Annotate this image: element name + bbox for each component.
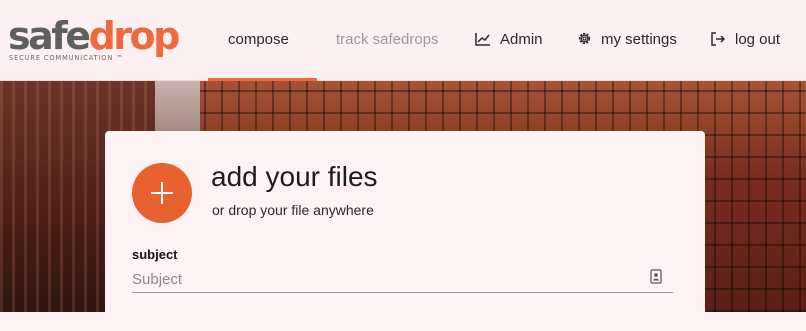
subject-label: subject	[132, 247, 178, 262]
nav-track-label: track safedrops	[336, 31, 439, 48]
background-sky	[155, 81, 200, 131]
nav-admin-label: Admin	[500, 31, 543, 48]
logo-tagline: SECURE COMMUNICATION ™	[9, 54, 124, 62]
compose-card: add your files or drop your file anywher…	[105, 131, 705, 331]
active-tab-indicator	[208, 78, 317, 81]
add-files-title: add your files	[211, 161, 378, 192]
plus-icon	[151, 182, 173, 204]
nav-admin[interactable]: Admin	[475, 30, 543, 50]
contact-card-icon[interactable]	[650, 269, 662, 284]
nav-logout-label: log out	[735, 31, 781, 48]
gear-icon	[578, 32, 591, 45]
drop-hint: or drop your file anywhere	[212, 202, 374, 218]
nav-settings-label: my settings	[601, 31, 677, 48]
nav-track-safedrops[interactable]: track safedrops	[336, 30, 439, 50]
nav-compose[interactable]: compose	[228, 30, 289, 50]
logout-icon	[711, 31, 726, 46]
add-files-button[interactable]	[132, 163, 192, 223]
subject-input[interactable]	[132, 266, 673, 293]
nav-my-settings[interactable]: my settings	[577, 30, 677, 50]
nav-compose-label: compose	[228, 31, 289, 48]
chart-line-icon	[475, 32, 490, 46]
safedrop-logo[interactable]: safedrop SECURE COMMUNICATION ™	[8, 14, 180, 64]
nav-log-out[interactable]: log out	[710, 30, 780, 50]
logo-wordmark: safedrop	[8, 14, 180, 58]
top-header: safedrop SECURE COMMUNICATION ™ compose …	[0, 0, 806, 81]
